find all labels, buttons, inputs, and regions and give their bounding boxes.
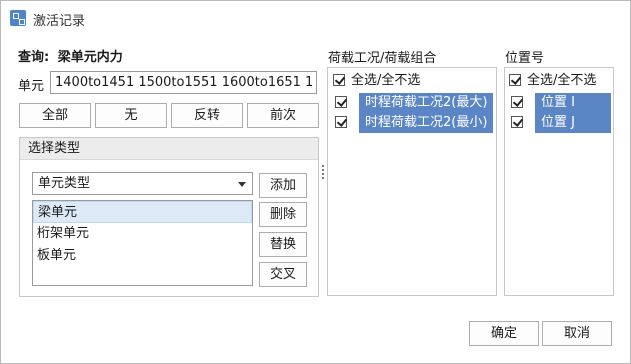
- title-bar: 激活记录: [1, 1, 630, 35]
- load-case-item[interactable]: 时程荷载工况2(最小): [335, 113, 494, 133]
- position-label: 位置 I: [535, 93, 611, 113]
- ok-button[interactable]: 确定: [469, 321, 539, 346]
- positions-select-all[interactable]: 全选/全不选: [509, 71, 596, 91]
- checkbox-icon[interactable]: [335, 96, 347, 108]
- query-label: 查询:: [18, 50, 50, 65]
- add-button[interactable]: 添加: [259, 173, 307, 198]
- positions-panel: 全选/全不选 位置 I 位置 J: [504, 67, 614, 296]
- checkbox-icon[interactable]: [509, 73, 521, 86]
- splitter-handle[interactable]: [322, 165, 325, 181]
- position-item[interactable]: 位置 I: [511, 93, 611, 113]
- load-case-item[interactable]: 时程荷载工况2(最大): [335, 93, 494, 113]
- list-item[interactable]: 板单元: [33, 245, 252, 267]
- element-type-dropdown-value: 单元类型: [38, 176, 91, 191]
- select-all-button[interactable]: 全部: [19, 103, 91, 128]
- load-cases-select-all[interactable]: 全选/全不选: [333, 71, 420, 91]
- load-case-label: 时程荷载工况2(最大): [359, 93, 494, 113]
- chevron-down-icon[interactable]: [238, 182, 246, 187]
- window-title: 激活记录: [33, 14, 86, 29]
- select-none-button[interactable]: 无: [95, 103, 167, 128]
- previous-selection-button[interactable]: 前次: [247, 103, 319, 128]
- element-label: 单元: [18, 79, 45, 94]
- element-input[interactable]: 1400to1451 1500to1551 1600to1651 1: [50, 71, 317, 94]
- query-label-row: 查询: 梁单元内力: [18, 46, 123, 65]
- checkbox-icon[interactable]: [511, 116, 523, 128]
- checkbox-icon[interactable]: [511, 96, 523, 108]
- element-type-dropdown[interactable]: 单元类型: [32, 172, 253, 195]
- load-cases-title: 荷载工况/荷载组合: [328, 51, 437, 66]
- list-item[interactable]: 梁单元: [33, 201, 252, 223]
- position-label: 位置 J: [535, 113, 611, 133]
- checkbox-icon[interactable]: [335, 116, 347, 128]
- delete-button[interactable]: 删除: [259, 202, 307, 227]
- intersect-button[interactable]: 交叉: [259, 262, 307, 287]
- list-item[interactable]: 桁架单元: [33, 223, 252, 245]
- position-item[interactable]: 位置 J: [511, 113, 611, 133]
- positions-title: 位置号: [505, 51, 545, 66]
- select-type-title: 选择类型: [20, 138, 318, 160]
- select-type-group: 选择类型 单元类型 梁单元 桁架单元 板单元 添加 删除 替换 交叉: [19, 137, 319, 297]
- element-type-list[interactable]: 梁单元 桁架单元 板单元: [32, 200, 253, 286]
- cancel-button[interactable]: 取消: [542, 321, 612, 346]
- dialog-window: 激活记录 查询: 梁单元内力 单元 1400to1451 1500to1551 …: [0, 0, 631, 364]
- select-all-label: 全选/全不选: [351, 73, 421, 88]
- query-value: 梁单元内力: [57, 50, 123, 65]
- load-cases-panel: 全选/全不选 时程荷载工况2(最大) 时程荷载工况2(最小): [327, 67, 497, 296]
- app-icon: [10, 10, 26, 26]
- load-case-label: 时程荷载工况2(最小): [359, 113, 494, 133]
- checkbox-icon[interactable]: [333, 73, 345, 86]
- invert-selection-button[interactable]: 反转: [171, 103, 243, 128]
- replace-button[interactable]: 替换: [259, 232, 307, 257]
- select-all-label: 全选/全不选: [527, 73, 597, 88]
